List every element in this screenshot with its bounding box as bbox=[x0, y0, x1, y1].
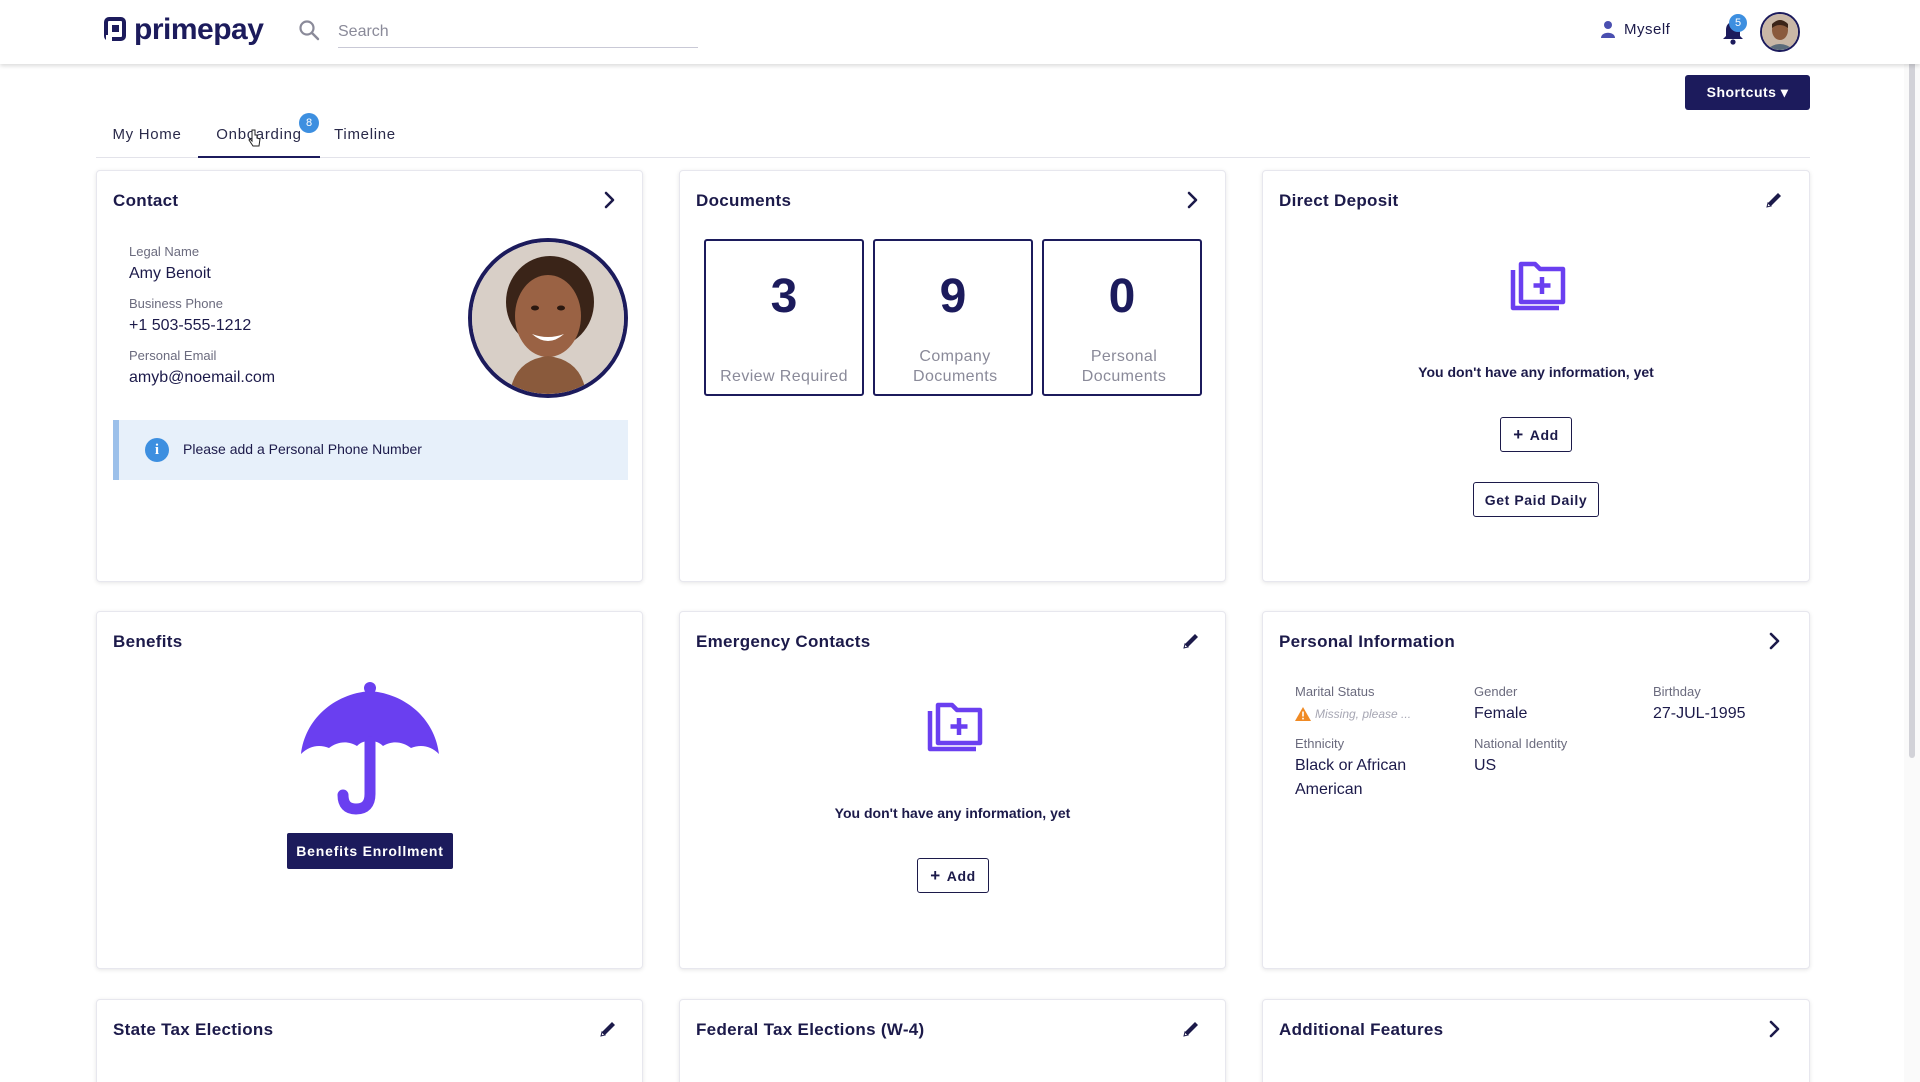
documents-card-title: Documents bbox=[696, 191, 792, 210]
info-banner: i Please add a Personal Phone Number bbox=[113, 420, 628, 480]
business-phone-value: +1 503-555-1212 bbox=[129, 317, 252, 334]
legal-name-label: Legal Name bbox=[129, 244, 200, 259]
personal-email-label: Personal Email bbox=[129, 348, 217, 363]
scrollbar-thumb[interactable] bbox=[1909, 6, 1915, 758]
birthday-label: Birthday bbox=[1653, 684, 1701, 699]
marital-status-label: Marital Status bbox=[1295, 684, 1375, 699]
add-label: Add bbox=[1529, 426, 1559, 443]
shortcuts-button[interactable]: Shortcuts ▾ bbox=[1685, 75, 1810, 110]
tab-my-home[interactable]: My Home bbox=[96, 118, 198, 158]
marital-status-value: Missing, please ... bbox=[1315, 707, 1412, 721]
emergency-contacts-card-title: Emergency Contacts bbox=[696, 632, 871, 651]
personal-documents-label: Personal Documents bbox=[1081, 348, 1167, 385]
tab-timeline[interactable]: Timeline bbox=[320, 118, 410, 158]
add-direct-deposit-button[interactable]: + Add bbox=[1500, 417, 1572, 452]
user-menu-label: Myself bbox=[1624, 20, 1671, 38]
info-banner-text: Please add a Personal Phone Number bbox=[183, 441, 422, 457]
add-label: Add bbox=[946, 867, 976, 884]
folder-add-icon bbox=[1510, 261, 1566, 311]
ethnicity-value-line2: American bbox=[1295, 781, 1363, 798]
review-required-label: Review Required bbox=[720, 368, 848, 385]
marital-status-missing: Missing, please ... bbox=[1295, 707, 1411, 721]
gender-label: Gender bbox=[1474, 684, 1518, 699]
business-phone-label: Business Phone bbox=[129, 296, 223, 311]
warning-icon bbox=[1295, 707, 1311, 721]
pencil-edit-icon[interactable] bbox=[1180, 630, 1202, 652]
primepay-logo[interactable]: primepay bbox=[104, 12, 264, 48]
pencil-edit-icon[interactable] bbox=[1763, 189, 1785, 211]
personal-information-card-title: Personal Information bbox=[1279, 632, 1456, 651]
additional-features-card: Additional Features bbox=[1262, 999, 1810, 1082]
chevron-right-icon[interactable] bbox=[1763, 630, 1785, 652]
logo-text: primepay bbox=[134, 13, 264, 46]
review-required-count: 3 bbox=[770, 270, 798, 323]
top-bar: primepay Myself 5 bbox=[0, 0, 1920, 64]
state-tax-elections-card-title: State Tax Elections bbox=[113, 1020, 274, 1039]
personal-documents-count: 0 bbox=[1108, 270, 1136, 323]
mouse-cursor-icon bbox=[248, 129, 261, 147]
plus-icon: + bbox=[930, 865, 941, 885]
search-icon[interactable] bbox=[298, 19, 320, 41]
personal-email-value: amyb@noemail.com bbox=[129, 369, 276, 386]
avatar[interactable] bbox=[1760, 12, 1800, 52]
benefits-card: Benefits Benefits Enrollment bbox=[96, 611, 643, 969]
pencil-edit-icon[interactable] bbox=[1180, 1018, 1202, 1040]
national-identity-label: National Identity bbox=[1474, 736, 1568, 751]
personal-documents-tile[interactable]: 0 Personal Documents bbox=[1042, 239, 1202, 396]
personal-information-card: Personal Information Marital Status Miss… bbox=[1262, 611, 1810, 969]
notification-badge: 5 bbox=[1729, 14, 1747, 32]
gender-value: Female bbox=[1474, 705, 1528, 722]
contact-card-title: Contact bbox=[113, 191, 179, 210]
onboarding-count-badge: 8 bbox=[299, 113, 319, 133]
chevron-right-icon[interactable] bbox=[1763, 1018, 1785, 1040]
avatar-photo bbox=[1762, 14, 1798, 50]
chevron-right-icon[interactable] bbox=[1181, 189, 1203, 211]
review-required-tile[interactable]: 3 Review Required bbox=[704, 239, 864, 396]
benefits-enrollment-button[interactable]: Benefits Enrollment bbox=[287, 833, 453, 869]
company-documents-tile[interactable]: 9 Company Documents bbox=[873, 239, 1033, 396]
user-menu[interactable]: Myself bbox=[1600, 20, 1670, 38]
emergency-contacts-empty-text: You don't have any information, yet bbox=[834, 805, 1071, 821]
umbrella-icon bbox=[301, 682, 439, 815]
add-emergency-contact-button[interactable]: + Add bbox=[917, 858, 989, 893]
ethnicity-value-line1: Black or African bbox=[1295, 757, 1407, 774]
logo-mark-icon bbox=[104, 17, 126, 42]
pencil-edit-icon[interactable] bbox=[597, 1018, 619, 1040]
federal-tax-elections-card-title: Federal Tax Elections (W-4) bbox=[696, 1020, 925, 1039]
direct-deposit-empty-text: You don't have any information, yet bbox=[1418, 364, 1654, 380]
company-documents-label: Company Documents bbox=[913, 348, 998, 385]
profile-photo bbox=[468, 238, 628, 398]
emergency-contacts-card: Emergency Contacts You don't have any in… bbox=[679, 611, 1226, 969]
documents-card: Documents 3 Review Required 9 Company Do… bbox=[679, 170, 1226, 582]
ethnicity-label: Ethnicity bbox=[1295, 736, 1345, 751]
plus-icon: + bbox=[1513, 424, 1524, 444]
chevron-right-icon[interactable] bbox=[598, 189, 620, 211]
folder-add-icon bbox=[927, 702, 983, 752]
contact-card: Contact Legal Name Amy Benoit Business P… bbox=[96, 170, 643, 582]
search-input[interactable] bbox=[338, 16, 698, 48]
info-icon: i bbox=[145, 438, 169, 462]
benefits-card-title: Benefits bbox=[113, 632, 183, 651]
tab-bar: My Home Onboarding Timeline bbox=[96, 118, 1810, 158]
state-tax-elections-card: State Tax Elections bbox=[96, 999, 643, 1082]
direct-deposit-card: Direct Deposit You don't have any inform… bbox=[1262, 170, 1810, 582]
company-documents-count: 9 bbox=[939, 270, 967, 323]
legal-name-value: Amy Benoit bbox=[129, 265, 211, 282]
user-icon bbox=[1601, 21, 1615, 38]
direct-deposit-card-title: Direct Deposit bbox=[1279, 191, 1399, 210]
national-identity-value: US bbox=[1474, 757, 1497, 774]
profile-photo-image bbox=[472, 242, 624, 394]
birthday-value: 27-JUL-1995 bbox=[1653, 705, 1746, 722]
federal-tax-elections-card: Federal Tax Elections (W-4) bbox=[679, 999, 1226, 1082]
additional-features-card-title: Additional Features bbox=[1279, 1020, 1444, 1039]
get-paid-daily-button[interactable]: Get Paid Daily bbox=[1473, 482, 1599, 517]
